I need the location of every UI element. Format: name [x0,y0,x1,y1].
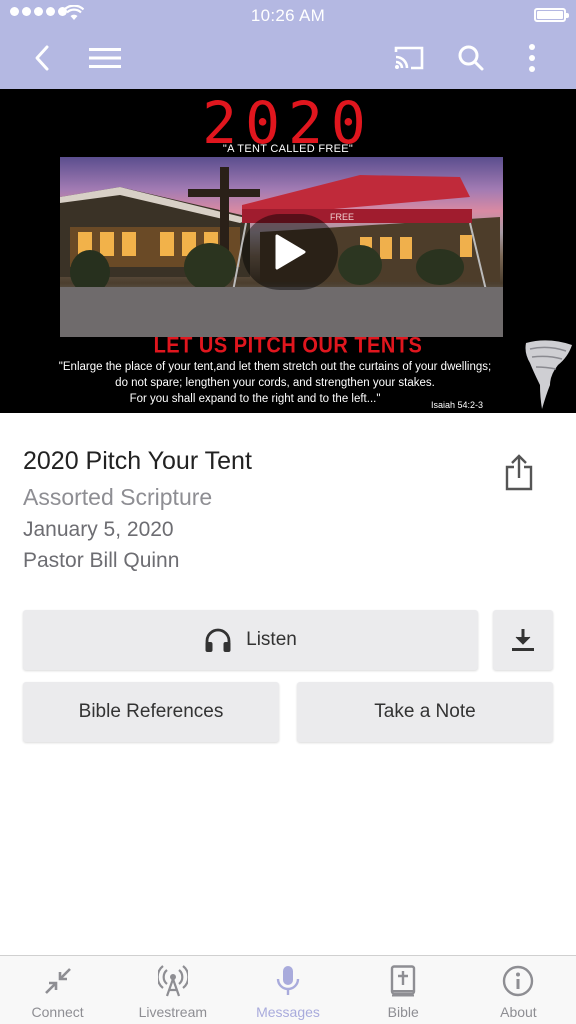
message-series: Assorted Scripture [23,484,213,510]
tab-connect[interactable]: Connect [0,956,115,1024]
tab-label: Connect [31,1004,84,1020]
tornado-logo [525,340,572,409]
tab-label: Livestream [138,1004,208,1020]
download-icon [512,629,534,651]
video-player[interactable]: 2020 "A TENT CALLED FREE" FREE LET US PI… [0,89,576,413]
kebab-icon [529,44,535,72]
chevron-left-icon [35,45,49,71]
info-icon [503,965,534,997]
tab-label: About [500,1004,537,1020]
tab-messages[interactable]: Messages [230,956,345,1024]
tab-livestream[interactable]: Livestream [115,956,230,1024]
verse-line-1: "Enlarge the place of your tent,and let … [58,361,492,373]
message-title: 2020 Pitch Your Tent [23,447,252,475]
tab-bar: Connect Livestream Messages Bible About [0,955,576,1024]
tab-bible[interactable]: Bible [346,956,461,1024]
verse-reference: Isaiah 54:2-3 [431,400,484,410]
message-speaker: Pastor Bill Quinn [23,549,180,572]
microphone-icon [276,966,300,995]
share-icon [505,454,533,491]
listen-label: Listen [246,629,297,650]
hero-tagline: "A TENT CALLED FREE" [222,143,354,155]
take-note-button[interactable]: Take a Note [297,682,553,742]
message-date: January 5, 2020 [23,518,174,541]
download-button[interactable] [493,610,553,670]
share-button[interactable] [498,452,540,494]
verse-line-2: do not spare; lengthen your cords, and s… [115,377,435,389]
bible-icon [391,965,416,997]
search-icon [458,45,484,71]
search-button[interactable] [451,38,491,78]
tent-text: FREE [330,212,354,222]
tab-label: Messages [256,1004,320,1020]
play-icon [275,234,306,270]
hamburger-icon [89,48,121,68]
menu-button[interactable] [85,38,125,78]
tab-about[interactable]: About [461,956,576,1024]
top-bar: 10:26 AM [0,0,576,89]
headphones-icon [205,628,231,652]
play-button[interactable] [242,214,338,290]
tab-label: Bible [387,1004,419,1020]
status-time: 10:26 AM [250,6,326,25]
bible-references-button[interactable]: Bible References [23,682,279,742]
hero-headline: LET US PITCH OUR TENTS [153,333,423,359]
connect-icon [44,968,71,994]
livestream-icon [157,965,188,997]
more-button[interactable] [512,38,552,78]
cast-button[interactable] [389,38,429,78]
listen-button[interactable]: Listen [23,610,478,670]
battery-icon [534,8,569,22]
cast-icon [394,46,424,70]
status-bar: 10:26 AM [0,0,576,32]
back-button[interactable] [22,38,62,78]
